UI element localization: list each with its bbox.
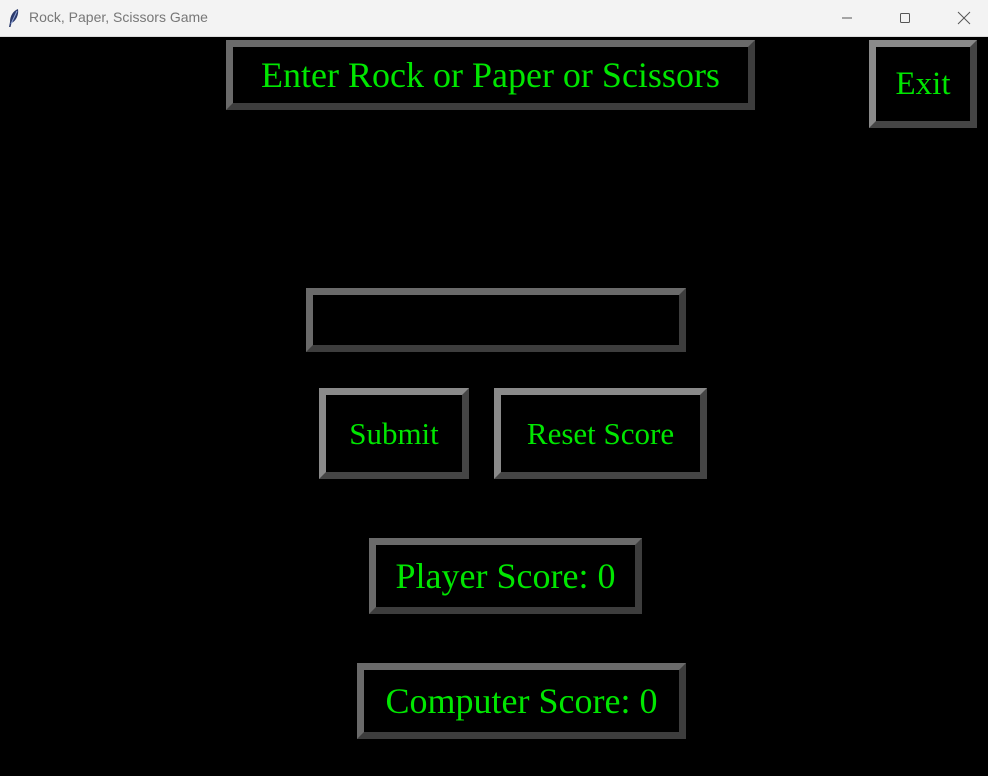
title-bar: Rock, Paper, Scissors Game [0,0,988,37]
computer-score-label: Computer Score: 0 [357,663,686,739]
window-title: Rock, Paper, Scissors Game [29,9,208,25]
submit-button[interactable]: Submit [319,388,469,479]
minimize-icon [842,17,852,19]
close-icon [957,11,971,25]
maximize-button[interactable] [882,0,928,36]
game-area: Enter Rock or Paper or Scissors Exit Sub… [0,37,988,776]
feather-icon [9,9,19,27]
maximize-icon [900,13,910,23]
reset-score-button[interactable]: Reset Score [494,388,707,479]
app-window: Rock, Paper, Scissors Game Enter Rock or… [0,0,988,776]
exit-button[interactable]: Exit [869,40,977,128]
choice-input[interactable] [306,288,686,352]
instruction-label: Enter Rock or Paper or Scissors [226,40,755,110]
close-button[interactable] [941,0,987,36]
player-score-label: Player Score: 0 [369,538,642,614]
minimize-button[interactable] [824,0,870,36]
